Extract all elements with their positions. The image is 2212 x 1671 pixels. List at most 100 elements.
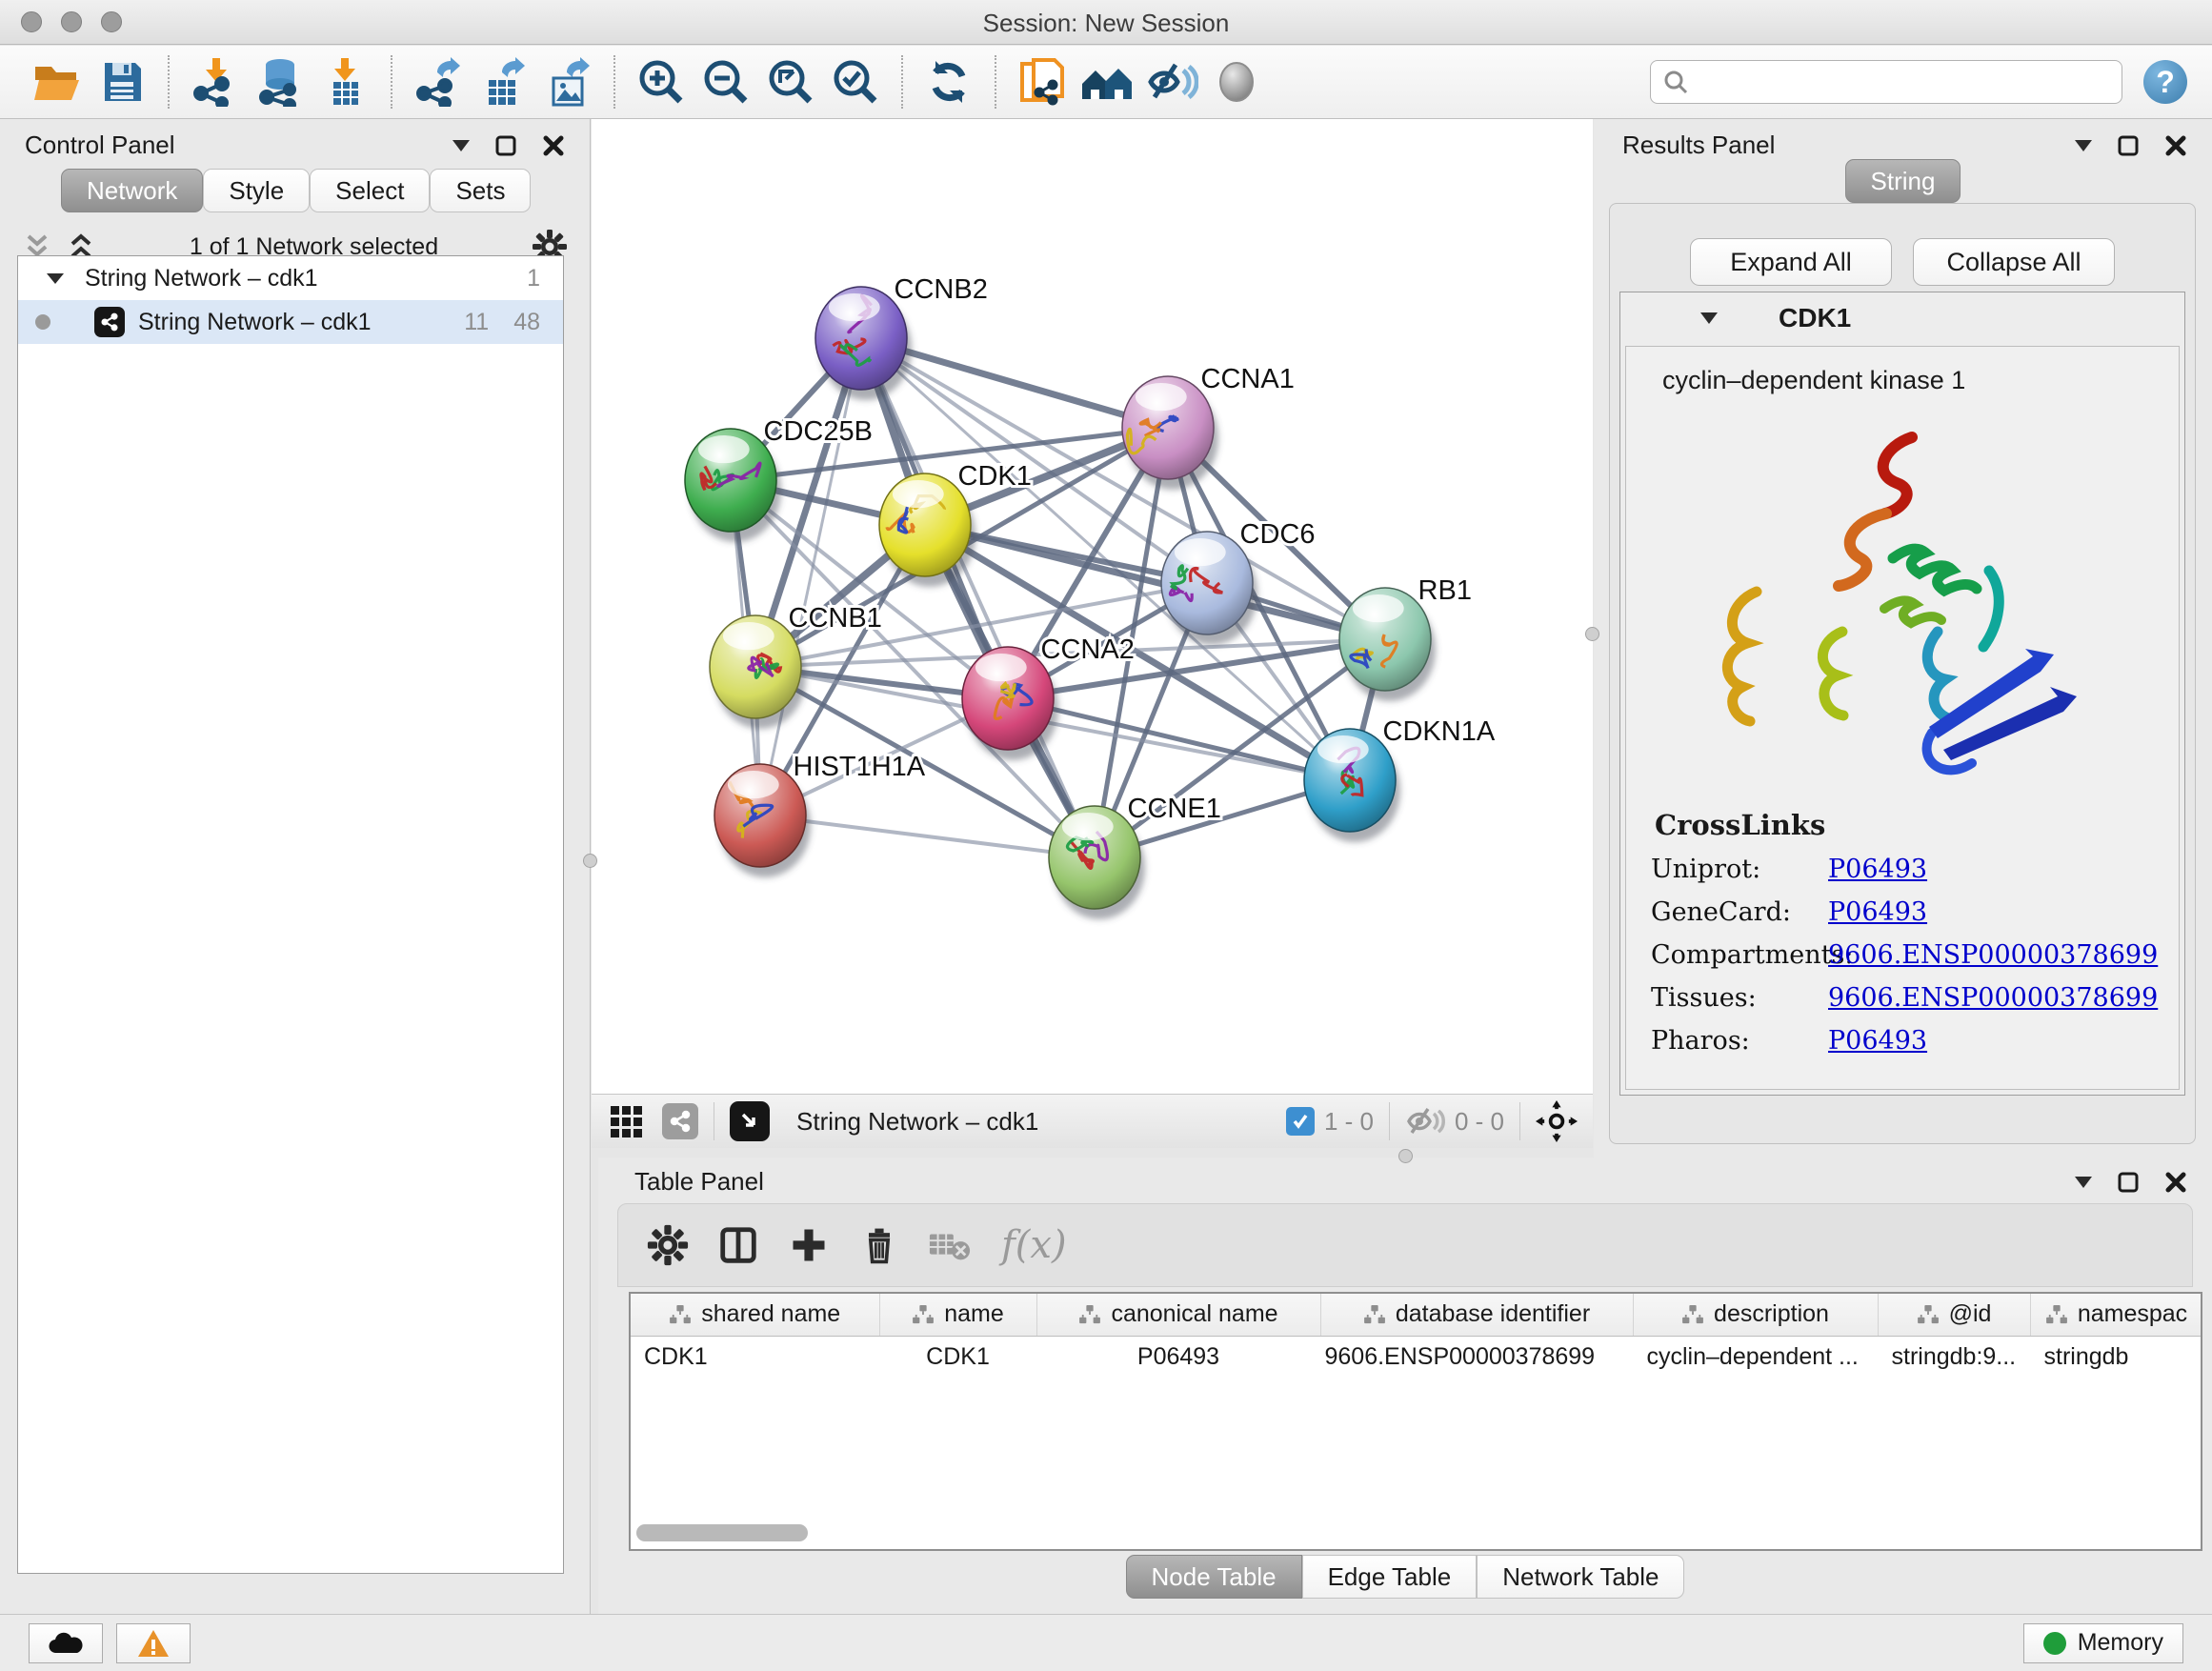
main-toolbar: ? <box>0 46 2212 119</box>
panel-menu-icon[interactable] <box>452 140 470 151</box>
toggle-glass-effect-button[interactable] <box>1144 54 1199 110</box>
network-node-CDK1[interactable]: CDK1 <box>879 461 1032 587</box>
panel-menu-icon[interactable] <box>2075 1177 2092 1188</box>
tab-style[interactable]: Style <box>203 169 310 212</box>
add-column-button[interactable] <box>780 1217 837 1274</box>
cloud-status-button[interactable] <box>29 1623 103 1663</box>
show-columns-button[interactable] <box>710 1217 767 1274</box>
detach-view-icon[interactable] <box>730 1101 770 1141</box>
selected-nodes-checkbox[interactable] <box>1286 1107 1315 1136</box>
crosslink-link[interactable]: P06493 <box>1828 855 1927 884</box>
tab-network[interactable]: Network <box>61 169 203 212</box>
import-network-database-button[interactable] <box>252 54 308 110</box>
bottom-splitter-grip[interactable] <box>1398 1149 1413 1163</box>
table-horizontal-scrollbar[interactable] <box>636 1524 808 1541</box>
right-splitter-grip[interactable] <box>1585 627 1599 641</box>
import-string-network-button[interactable] <box>1015 54 1070 110</box>
export-network-button[interactable] <box>411 54 466 110</box>
delete-column-button[interactable] <box>851 1217 908 1274</box>
tab-string[interactable]: String <box>1845 159 1961 203</box>
table-options-button[interactable] <box>639 1217 696 1274</box>
zoom-in-button[interactable] <box>633 54 689 110</box>
warnings-button[interactable] <box>116 1623 191 1663</box>
network-overview-icon[interactable] <box>662 1103 698 1139</box>
tab-sets[interactable]: Sets <box>430 169 531 212</box>
table-row[interactable]: CDK1CDK1P064939606.ENSP00000378699cyclin… <box>631 1336 2202 1378</box>
zoom-fit-button[interactable] <box>763 54 818 110</box>
network-collection-row[interactable]: String Network – cdk1 1 <box>18 256 563 300</box>
float-panel-icon[interactable] <box>2117 1171 2140 1194</box>
memory-button[interactable]: Memory <box>2023 1623 2183 1663</box>
column-header-3[interactable]: database identifier <box>1320 1294 1633 1336</box>
network-row[interactable]: String Network – cdk1 11 48 <box>18 300 563 344</box>
column-header-1[interactable]: name <box>879 1294 1036 1336</box>
import-network-file-button[interactable] <box>188 54 243 110</box>
import-table-button[interactable] <box>317 54 372 110</box>
network-node-CDKN1A[interactable]: CDKN1A <box>1304 716 1496 842</box>
network-node-CDC25B[interactable]: CDC25B <box>685 416 873 542</box>
column-header-5[interactable]: @id <box>1878 1294 2030 1336</box>
panel-menu-icon[interactable] <box>2075 140 2092 151</box>
float-panel-icon[interactable] <box>494 134 517 157</box>
crosslink-link[interactable]: P06493 <box>1828 897 1927 927</box>
table-cell: stringdb <box>2030 1336 2202 1378</box>
column-header-4[interactable]: description <box>1633 1294 1878 1336</box>
crosslink-link[interactable]: 9606.ENSP00000378699 <box>1828 940 2158 970</box>
save-session-button[interactable] <box>94 54 150 110</box>
zoom-out-button[interactable] <box>698 54 754 110</box>
help-button[interactable]: ? <box>2143 60 2187 104</box>
grid-view-icon[interactable] <box>607 1102 645 1140</box>
network-view-toolbar: String Network – cdk1 1 - 0 0 - 0 <box>592 1094 1593 1148</box>
toolbar-separator <box>391 55 392 109</box>
column-header-0[interactable]: shared name <box>631 1294 879 1336</box>
tab-network-table[interactable]: Network Table <box>1477 1555 1684 1599</box>
network-node-CDC6[interactable]: CDC6 <box>1161 519 1316 645</box>
network-node-CCNA2[interactable]: CCNA2 <box>962 634 1135 760</box>
close-panel-icon[interactable] <box>2164 1171 2187 1194</box>
database-import-icon <box>255 57 305 107</box>
network-node-HIST1H1A[interactable]: HIST1H1A <box>714 752 926 877</box>
network-view-canvas[interactable]: CCNB2CCNA1CDC25BCDK1CDC6RB1CCNB1CCNA2CDK… <box>592 119 1593 1094</box>
close-panel-icon[interactable] <box>542 134 565 157</box>
toolbar-separator <box>995 55 996 109</box>
eye-waves-icon <box>1145 59 1198 105</box>
column-header-2[interactable]: canonical name <box>1036 1294 1320 1336</box>
refresh-layout-button[interactable] <box>921 54 976 110</box>
toolbar-separator <box>613 55 615 109</box>
network-name: String Network – cdk1 <box>138 309 372 336</box>
crosslink-link[interactable]: 9606.ENSP00000378699 <box>1828 983 2158 1013</box>
tab-node-table[interactable]: Node Table <box>1126 1555 1302 1599</box>
close-panel-icon[interactable] <box>2164 134 2187 157</box>
node-label-CCNB2: CCNB2 <box>895 274 988 305</box>
string-home-button[interactable] <box>1079 54 1135 110</box>
network-node-CCNB2[interactable]: CCNB2 <box>815 274 988 400</box>
gene-collapse-icon[interactable] <box>1700 312 1718 324</box>
float-panel-icon[interactable] <box>2117 134 2140 157</box>
network-node-CCNE1[interactable]: CCNE1 <box>1049 794 1221 919</box>
table-cell: stringdb:9... <box>1878 1336 2030 1378</box>
export-image-button[interactable] <box>540 54 595 110</box>
collapse-all-button[interactable]: Collapse All <box>1913 238 2115 286</box>
export-table-button[interactable] <box>475 54 531 110</box>
search-input[interactable] <box>1699 69 2110 95</box>
tab-select[interactable]: Select <box>310 169 430 212</box>
collection-expand-icon[interactable] <box>47 273 64 284</box>
network-node-RB1[interactable]: RB1 <box>1339 575 1472 701</box>
houses-icon <box>1080 59 1134 105</box>
zoom-selected-button[interactable] <box>828 54 883 110</box>
left-splitter-grip[interactable] <box>583 854 597 868</box>
pan-crosshair-icon[interactable] <box>1536 1100 1578 1142</box>
hidden-elements-icon[interactable] <box>1405 1105 1445 1137</box>
network-node-CCNB1[interactable]: CCNB1 <box>710 603 882 729</box>
export-network-icon <box>414 57 462 107</box>
open-session-button[interactable] <box>30 54 85 110</box>
expand-all-button[interactable]: Expand All <box>1690 238 1892 286</box>
tab-edge-table[interactable]: Edge Table <box>1302 1555 1478 1599</box>
column-header-6[interactable]: namespac <box>2030 1294 2202 1336</box>
collection-count: 1 <box>527 265 540 292</box>
toggle-structure-images-button[interactable] <box>1209 54 1264 110</box>
delete-table-button[interactable] <box>921 1217 978 1274</box>
control-panel-title: Control Panel <box>25 131 175 160</box>
crosslink-link[interactable]: P06493 <box>1828 1026 1927 1056</box>
function-builder-button[interactable]: f(x) <box>1001 1217 1067 1274</box>
